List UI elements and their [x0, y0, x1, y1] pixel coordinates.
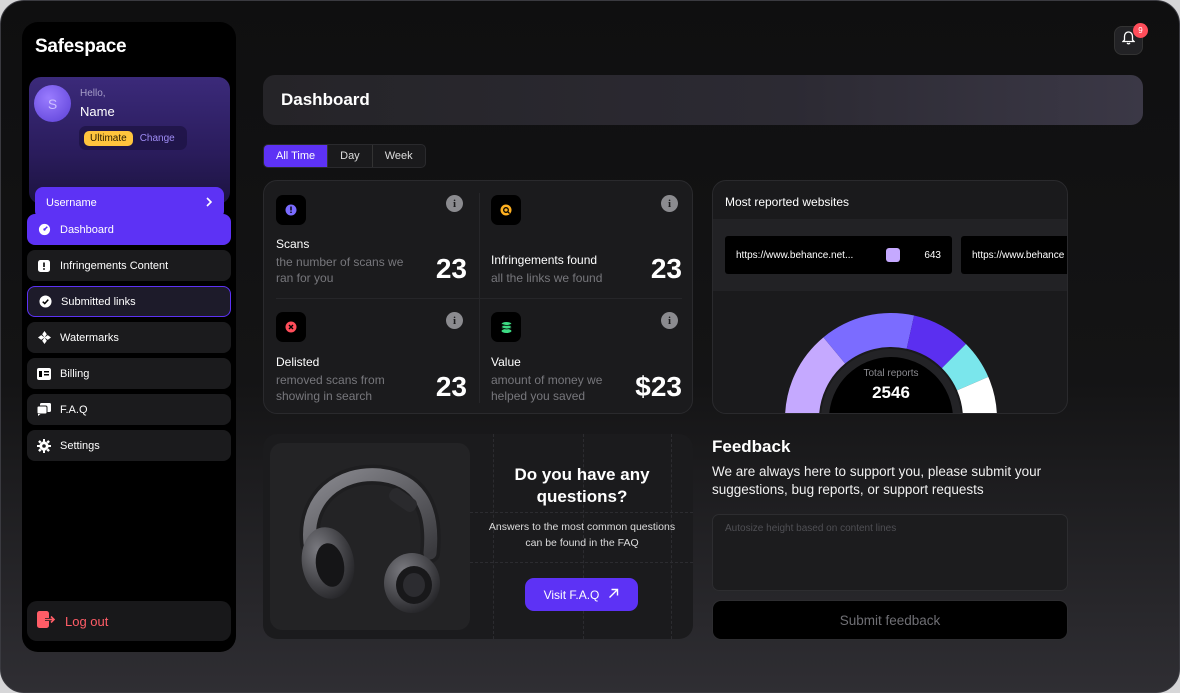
- faq-card: Do you have any questions? Answers to th…: [263, 434, 693, 639]
- panel-title: Most reported websites: [725, 195, 850, 209]
- stat-value: $23: [635, 371, 682, 402]
- decorative-grid: [470, 562, 693, 563]
- arrow-up-right-icon: [608, 588, 619, 602]
- stat-value: 23: [435, 253, 467, 284]
- info-icon[interactable]: i: [446, 195, 463, 212]
- stat-value-saved: i Value amount of money we helped you sa…: [479, 298, 692, 413]
- headphones-image: [270, 443, 470, 630]
- sidebar-item-label: Submitted links: [61, 295, 136, 308]
- stat-value: 23: [650, 253, 682, 284]
- feedback-textarea[interactable]: Autosize height based on content lines: [712, 514, 1068, 591]
- stat-title: Value: [491, 355, 521, 369]
- total-reports-gauge: Total reports 2546: [713, 291, 1067, 413]
- site-url: https://www.behance: [972, 249, 1065, 261]
- stat-scans: i Scans the number of scans we ran for y…: [264, 181, 479, 298]
- sidebar-item-label: F.A.Q: [60, 403, 88, 416]
- filter-all-time[interactable]: All Time: [264, 145, 329, 167]
- greeting: Hello,: [80, 88, 106, 99]
- logout-label: Log out: [65, 613, 109, 629]
- sidebar-item-dashboard[interactable]: Dashboard: [27, 214, 231, 245]
- stat-desc: removed scans from showing in search: [276, 373, 385, 403]
- stat-desc: the number of scans we ran for you: [276, 255, 404, 285]
- chevron-right-icon: [205, 196, 213, 210]
- page-title: Dashboard: [281, 90, 370, 109]
- site-color-swatch: [886, 248, 900, 262]
- notification-count-badge: 9: [1133, 23, 1148, 38]
- plan-pill: Ultimate Change: [79, 126, 187, 150]
- dashboard-icon: [37, 223, 51, 237]
- stat-infringements: i Infringements found all the links we f…: [479, 181, 692, 298]
- stat-desc: amount of money we helped you saved: [491, 373, 603, 403]
- stat-title: Infringements found: [491, 253, 598, 267]
- site-count: 643: [924, 249, 941, 261]
- check-circle-icon: [38, 295, 52, 309]
- logout-button[interactable]: Log out: [27, 601, 231, 641]
- app-logo: Safespace: [35, 36, 127, 57]
- close-circle-icon: [276, 312, 306, 342]
- sidebar-item-submitted-links[interactable]: Submitted links: [27, 286, 231, 317]
- gauge-total: 2546: [872, 383, 910, 402]
- billing-icon: [37, 367, 51, 381]
- faq-icon: [37, 403, 51, 417]
- stats-panel: i Scans the number of scans we ran for y…: [263, 180, 693, 414]
- username-label: Username: [46, 197, 97, 209]
- gear-icon: [37, 438, 51, 453]
- plan-badge: Ultimate: [84, 130, 133, 146]
- watermark-icon: [37, 331, 51, 345]
- stat-title: Scans: [276, 237, 310, 251]
- stat-desc: all the links we found: [491, 271, 603, 285]
- page-header: Dashboard: [263, 75, 1143, 125]
- visit-faq-button[interactable]: Visit F.A.Q: [525, 578, 638, 611]
- scan-icon: [276, 195, 306, 225]
- submit-feedback-button[interactable]: Submit feedback: [712, 600, 1068, 640]
- stat-value: 23: [435, 371, 467, 402]
- logout-icon: [37, 611, 57, 631]
- sidebar-item-label: Watermarks: [60, 331, 119, 344]
- most-reported-panel: Most reported websites https://www.behan…: [712, 180, 1068, 414]
- sidebar-item-label: Infringements Content: [60, 259, 169, 272]
- feedback-description: We are always here to support you, pleas…: [712, 464, 1042, 497]
- coins-icon: [491, 312, 521, 342]
- app-window: Safespace S Hello, Name Ultimate Change …: [0, 0, 1180, 693]
- avatar[interactable]: S: [34, 85, 71, 122]
- filter-day[interactable]: Day: [328, 145, 373, 167]
- stat-title: Delisted: [276, 355, 320, 369]
- sidebar-item-infringements[interactable]: Infringements Content: [27, 250, 231, 281]
- sidebar-item-settings[interactable]: Settings: [27, 430, 231, 461]
- site-url: https://www.behance.net...: [736, 249, 854, 261]
- sidebar-item-watermarks[interactable]: Watermarks: [27, 322, 231, 353]
- decorative-grid: [470, 512, 693, 513]
- sidebar-nav: Dashboard Infringements Content Submitte…: [27, 214, 231, 466]
- sidebar-item-label: Settings: [60, 439, 100, 452]
- faq-description: Answers to the most common questions can…: [488, 521, 676, 549]
- sidebar: Safespace S Hello, Name Ultimate Change …: [22, 22, 236, 652]
- stat-delisted: i Delisted removed scans from showing in…: [264, 298, 479, 413]
- reported-site-card[interactable]: https://www.behance.net... 643: [725, 236, 952, 274]
- sidebar-item-billing[interactable]: Billing: [27, 358, 231, 389]
- feedback-placeholder: Autosize height based on content lines: [725, 523, 897, 534]
- reported-site-card[interactable]: https://www.behance: [961, 236, 1067, 274]
- alert-icon: [37, 259, 51, 273]
- sidebar-item-label: Dashboard: [60, 223, 114, 236]
- feedback-title: Feedback: [712, 437, 791, 456]
- time-filter: All Time Day Week: [263, 144, 426, 168]
- faq-title: Do you have any questions?: [514, 465, 650, 506]
- filter-week[interactable]: Week: [373, 145, 425, 167]
- sidebar-item-faq[interactable]: F.A.Q: [27, 394, 231, 425]
- info-icon[interactable]: i: [661, 312, 678, 329]
- reported-sites-carousel[interactable]: https://www.behance.net... 643 https://w…: [713, 219, 1067, 323]
- info-icon[interactable]: i: [446, 312, 463, 329]
- profile-name: Name: [80, 104, 115, 119]
- info-icon[interactable]: i: [661, 195, 678, 212]
- change-plan-link[interactable]: Change: [140, 133, 175, 144]
- headphones-illustration: [299, 464, 441, 613]
- notifications-button[interactable]: 9: [1114, 23, 1148, 55]
- search-alert-icon: [491, 195, 521, 225]
- visit-faq-label: Visit F.A.Q: [543, 587, 600, 602]
- sidebar-item-label: Billing: [60, 367, 90, 380]
- profile-card: S Hello, Name Ultimate Change Username: [29, 77, 230, 219]
- gauge-caption: Total reports: [863, 368, 919, 379]
